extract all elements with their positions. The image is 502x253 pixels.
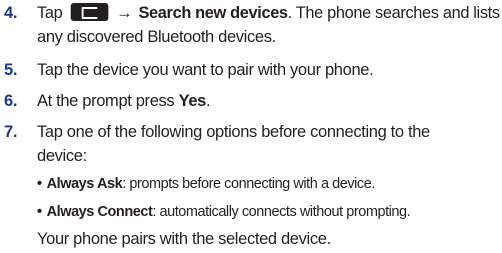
- bullet-marker: •: [37, 204, 42, 220]
- step-7-line-1: Tap one of the following options before …: [37, 123, 430, 141]
- step-number: 5.: [4, 61, 18, 79]
- step-6-text-after: .: [205, 92, 211, 110]
- step-number: 6.: [4, 92, 18, 110]
- step-4-line-1: Tap → Search new devices. The phone sear…: [37, 2, 500, 25]
- bullet-always-connect: • Always Connect: automatically connects …: [37, 202, 411, 222]
- step-4-prefix: Tap: [37, 4, 63, 22]
- instruction-document: 4. Tap → Search new devices. The phone s…: [0, 0, 502, 253]
- step-6: 6. At the prompt press Yes.: [0, 90, 502, 114]
- always-ask-text: : prompts before connecting with a devic…: [122, 176, 375, 192]
- step-5-text: Tap the device you want to pair with you…: [37, 61, 374, 79]
- step-4-line-2: any discovered Bluetooth devices.: [37, 28, 276, 46]
- bullet-always-ask: • Always Ask: prompts before connecting w…: [37, 174, 375, 194]
- always-ask-label: Always Ask: [46, 176, 123, 192]
- step-number: 4.: [4, 4, 18, 22]
- step-5: 5. Tap the device you want to pair with …: [0, 59, 502, 83]
- closing-paragraph: Your phone pairs with the selected devic…: [0, 228, 502, 252]
- arrow-icon: →: [116, 4, 133, 22]
- always-connect-text: : automatically connects without prompti…: [152, 204, 411, 220]
- bullet-marker: •: [37, 176, 42, 192]
- yes-label: Yes: [178, 92, 207, 110]
- step-number: 7.: [4, 123, 18, 141]
- menu-key-glyph: [81, 7, 98, 19]
- menu-key-icon: [70, 3, 109, 21]
- step-6-text-before: At the prompt press: [37, 92, 179, 110]
- step-4-text: . The phone searches and lists: [287, 4, 500, 22]
- step-6-line: At the prompt press Yes.: [37, 90, 211, 113]
- step-7-line-2: device:: [37, 147, 87, 165]
- always-connect-label: Always Connect: [46, 204, 153, 220]
- step-7: 7. Tap one of the following options befo…: [0, 121, 502, 169]
- search-new-devices-label: Search new devices: [138, 4, 289, 22]
- closing-text: Your phone pairs with the selected devic…: [37, 230, 331, 248]
- step-4: 4. Tap → Search new devices. The phone s…: [0, 2, 502, 50]
